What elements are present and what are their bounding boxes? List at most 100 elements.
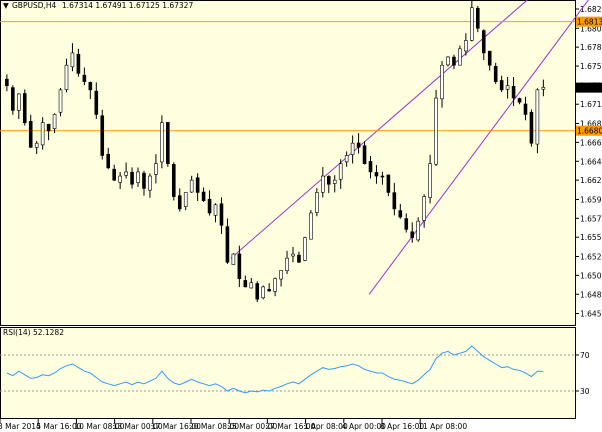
chart-window[interactable]: ▼ GBPUSD,H4 1.67314 1.67491 1.67125 1.67… [0, 0, 602, 432]
candle-down [11, 87, 15, 111]
candle-up [261, 286, 266, 299]
rsi-title: RSI(14) 52.1282 [3, 328, 64, 337]
candle-up [350, 142, 355, 155]
candle-down [219, 203, 224, 226]
candle-up [535, 89, 540, 145]
ohlc-label: 1.67314 1.67491 1.67125 1.67327 [62, 1, 193, 10]
symbol-label: GBPUSD,H4 [12, 1, 57, 10]
candle-down [22, 93, 27, 123]
candle-down [112, 168, 116, 181]
candle-down [207, 198, 212, 214]
header-dropdown-icon[interactable]: ▼ [3, 1, 9, 10]
candle-down [5, 78, 9, 87]
candle-up [17, 93, 21, 111]
price-tick-label: 1.66430 [580, 157, 602, 166]
candle-down [398, 210, 403, 218]
price-tick-label: 1.65735 [580, 214, 602, 223]
price-tick-label: 1.64575 [580, 310, 602, 319]
time-tick-label: 3 Mar 2014 [0, 422, 41, 431]
candle-down [76, 53, 81, 74]
candle-up [332, 179, 337, 184]
candle-up [464, 40, 468, 52]
rsi-panel-bg [0, 327, 575, 419]
price-axis: 1.682851.680501.678201.675901.673551.671… [575, 5, 602, 319]
candle-up [231, 253, 236, 265]
candle-up [428, 163, 432, 198]
candle-up [124, 171, 128, 176]
price-tick-label: 1.65270 [580, 253, 602, 262]
candle-up [70, 52, 75, 68]
candle-up [189, 179, 194, 193]
candle-up [440, 64, 444, 100]
candle-down [452, 56, 456, 66]
candle-down [225, 226, 230, 263]
price-tick-label: 1.65505 [580, 233, 602, 242]
candle-down [362, 145, 367, 165]
candle-up [136, 171, 140, 183]
candle-up [40, 122, 45, 146]
candle-down [255, 283, 260, 300]
candle-down [267, 289, 271, 292]
candle-up [315, 192, 319, 213]
candle-up [249, 282, 254, 289]
candle-up [183, 192, 188, 207]
candle-up [541, 87, 546, 90]
candle-up [422, 196, 426, 221]
price-tick-label: 1.67125 [580, 100, 602, 109]
candle-up [291, 253, 295, 257]
candle-down [94, 90, 99, 115]
candle-down [195, 177, 200, 193]
rsi-tick-label: 30 [580, 387, 590, 396]
candle-down [499, 80, 504, 91]
candle-up [58, 89, 63, 113]
candle-down [326, 176, 331, 185]
candle-down [237, 253, 242, 279]
candle-down [82, 74, 87, 82]
chart-canvas[interactable]: ▼ GBPUSD,H4 1.67314 1.67491 1.67125 1.67… [0, 0, 602, 432]
price-tick-label: 1.66660 [580, 138, 602, 147]
candle-up [64, 64, 69, 90]
candle-up [285, 257, 289, 271]
candle-up [154, 163, 158, 175]
candle-down [130, 171, 134, 185]
candle-up [470, 7, 474, 41]
candle-down [171, 164, 176, 197]
time-axis: 3 Mar 20145 Mar 16:0010 Mar 08:0013 Mar … [0, 419, 467, 431]
price-panel-bg [0, 0, 575, 325]
level1-badge-text: 1.68131 [577, 18, 602, 27]
candle-down [392, 192, 397, 210]
candle-up [148, 175, 152, 191]
candle-up [213, 204, 218, 216]
candle-down [46, 123, 51, 132]
candle-down [523, 103, 528, 115]
candle-down [297, 254, 301, 263]
price-tick-label: 1.65040 [580, 271, 602, 280]
candle-down [374, 172, 379, 177]
candle-up [434, 97, 438, 165]
candle-down [487, 50, 492, 66]
candle-down [201, 191, 206, 201]
candle-up [505, 85, 510, 90]
candle-up [52, 114, 57, 129]
candle-up [344, 155, 349, 163]
candle-down [380, 175, 385, 178]
candle-up [273, 278, 277, 292]
candle-down [404, 218, 409, 230]
candle-up [416, 220, 420, 241]
candle-down [243, 280, 248, 288]
candle-up [458, 48, 462, 66]
candle-down [142, 172, 146, 189]
candle-down [386, 174, 391, 193]
candle-down [356, 142, 361, 148]
price-tick-label: 1.65965 [580, 195, 602, 204]
price-tick-label: 1.67820 [580, 43, 602, 52]
candle-down [28, 120, 33, 148]
candle-up [34, 142, 39, 148]
candle-down [481, 30, 486, 54]
candle-up [321, 175, 325, 193]
price-tick-label: 1.67590 [580, 62, 602, 71]
candle-up [338, 163, 343, 180]
time-tick-label: 11 Apr 08:00 [418, 422, 467, 431]
current-price-badge-text: 1.67327 [577, 84, 602, 93]
candle-down [106, 153, 111, 169]
